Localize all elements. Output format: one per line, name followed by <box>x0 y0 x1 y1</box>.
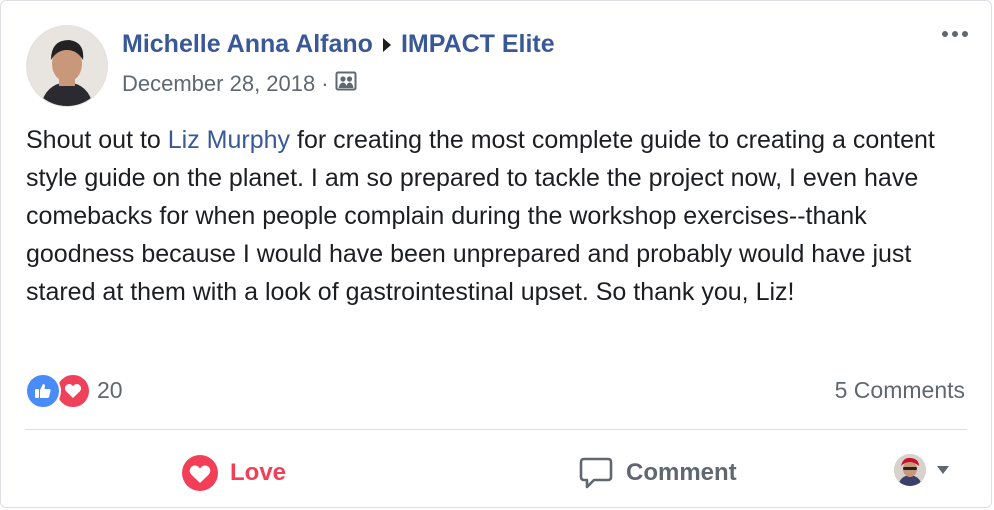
post-body: Shout out to Liz Murphy for creating the… <box>26 121 976 311</box>
chevron-down-icon <box>937 466 949 474</box>
love-button-label: Love <box>230 459 287 486</box>
group-name[interactable]: IMPACT Elite <box>401 30 555 59</box>
reaction-icons <box>25 373 91 409</box>
post-text-before: Shout out to <box>26 126 168 154</box>
post-header: Michelle Anna Alfano IMPACT Elite <box>122 30 555 59</box>
comment-icon <box>579 457 613 489</box>
author-name[interactable]: Michelle Anna Alfano <box>122 30 373 59</box>
like-reaction-icon <box>25 373 61 409</box>
comments-count-link[interactable]: 5 Comments <box>835 377 965 404</box>
meta-separator: · <box>321 71 329 96</box>
post-meta: December 28, 2018 · <box>122 70 357 98</box>
current-user-avatar <box>894 454 926 486</box>
action-divider <box>25 429 967 430</box>
reaction-summary[interactable]: 20 <box>25 373 123 409</box>
reaction-count[interactable]: 20 <box>97 377 123 404</box>
post-date[interactable]: December 28, 2018 <box>122 71 315 97</box>
love-button[interactable]: Love <box>182 451 286 495</box>
mention-link[interactable]: Liz Murphy <box>168 126 290 154</box>
arrow-right-icon <box>382 37 392 53</box>
more-options-icon[interactable] <box>942 31 968 37</box>
author-avatar[interactable] <box>26 25 108 107</box>
group-members-icon[interactable] <box>335 70 357 98</box>
comment-button[interactable]: Comment <box>578 451 737 495</box>
love-icon <box>182 455 218 491</box>
post-card: Michelle Anna Alfano IMPACT Elite Decemb… <box>0 0 992 508</box>
comment-button-label: Comment <box>626 459 737 486</box>
reaction-identity-selector[interactable] <box>894 454 950 486</box>
